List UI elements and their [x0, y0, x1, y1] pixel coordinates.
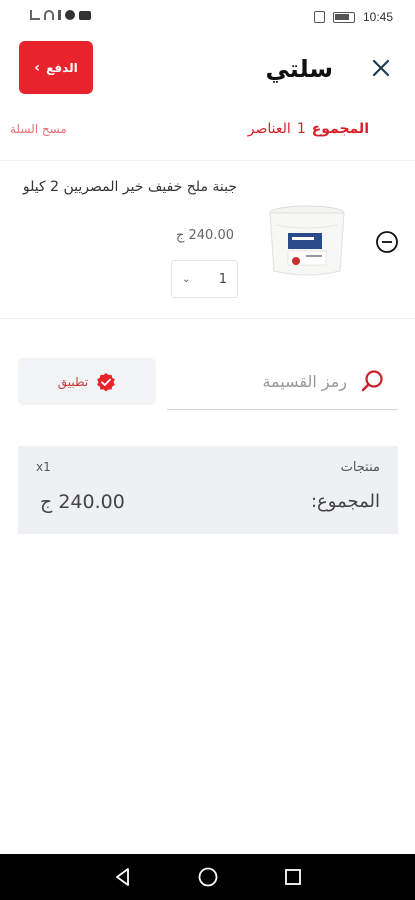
cart-items-label: العناصر	[247, 121, 291, 137]
summary-products-label: منتجات	[340, 460, 380, 475]
product-image[interactable]	[266, 203, 348, 279]
summary-products-count: x1	[36, 460, 51, 474]
quantity-value: 1	[218, 271, 227, 287]
back-triangle-icon[interactable]	[111, 865, 135, 889]
close-icon[interactable]	[370, 57, 392, 79]
order-summary: منتجات x1 المجموع: 240.00 ج	[18, 446, 398, 534]
verified-badge-icon	[97, 372, 116, 391]
checkout-button[interactable]: ‹ الدفع	[19, 41, 93, 94]
nfc-icon	[313, 11, 325, 23]
apply-coupon-label: تطبيق	[57, 374, 89, 389]
status-time: 10:45	[362, 10, 393, 24]
facebook-notification-icon	[65, 10, 75, 20]
cart-total-summary: المجموع 1 العناصر	[248, 121, 369, 137]
minus-circle-icon[interactable]	[375, 230, 399, 254]
cart-total-label: المجموع	[311, 121, 369, 137]
summary-total-value: 240.00 ج	[40, 491, 125, 513]
clear-cart-link[interactable]: مسح السلة	[10, 122, 67, 136]
page-title: سلتي	[265, 55, 333, 83]
checkout-label: الدفع	[46, 60, 78, 75]
youtube-notification-icon	[79, 10, 91, 20]
recents-square-icon[interactable]	[281, 865, 305, 889]
apply-coupon-button[interactable]: تطبيق	[18, 358, 156, 405]
summary-total-label: المجموع:	[310, 491, 380, 512]
search-icon	[361, 370, 383, 392]
divider	[0, 160, 415, 161]
status-icons-right: 10:45	[313, 10, 393, 24]
divider	[0, 318, 415, 319]
wifi-icon	[44, 10, 54, 20]
signal-icon	[30, 10, 40, 20]
coupon-code-input[interactable]	[167, 364, 347, 398]
system-nav-bar	[0, 854, 415, 900]
usb-icon	[58, 10, 61, 20]
home-circle-icon[interactable]	[196, 865, 220, 889]
cart-items-count: 1	[296, 121, 306, 137]
battery-icon	[332, 11, 355, 23]
chevron-down-icon: ⌄	[182, 273, 191, 285]
product-name[interactable]: جبنة ملح خفيف خير المصريين 2 كيلو	[7, 177, 237, 198]
status-bar: 10:45	[0, 0, 415, 34]
coupon-field	[167, 356, 398, 410]
status-icons-left	[30, 10, 91, 20]
chevron-left-icon: ‹	[34, 59, 41, 76]
product-price: 240.00 ج	[175, 228, 234, 243]
quantity-select[interactable]: ⌄ 1	[171, 260, 238, 298]
